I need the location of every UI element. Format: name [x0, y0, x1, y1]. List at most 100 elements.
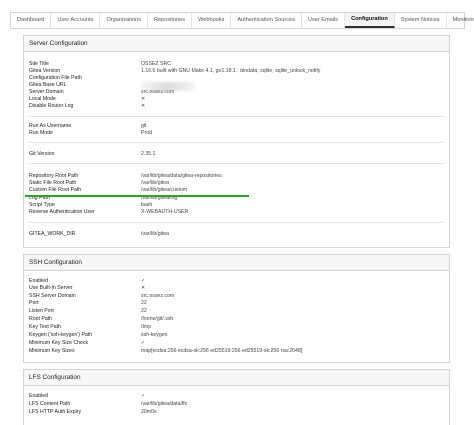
config-row: Listen Port 22: [29, 308, 444, 315]
config-row: Git Version 2.35.1: [29, 151, 444, 158]
divider: [29, 116, 444, 117]
config-row: Port 22: [29, 300, 444, 307]
config-key: Minimum Key Size Check: [29, 340, 89, 346]
config-value: ssh-keygen: [141, 332, 168, 338]
config-row: Key Test Path/tmp: [29, 324, 444, 331]
config-row: Site Title OSSEZ SRC: [29, 61, 444, 68]
config-row: Reverse Authentication User X-WEBAUTH-USE…: [29, 209, 444, 216]
config-row: Run As Username git: [29, 123, 444, 130]
check-icon: ✓: [141, 393, 146, 399]
redacted-values: [140, 82, 196, 91]
tab-dashboard[interactable]: Dashboard: [11, 13, 52, 28]
tab-system-notices[interactable]: System Notices: [395, 13, 447, 28]
lfs-configuration-section: LFS Configuration Enabled ✓ LFS Content P…: [23, 369, 450, 425]
config-row: Run Mode Prod: [29, 130, 444, 137]
config-value: bash: [141, 202, 153, 208]
config-row: Use Built-In Server ✕: [29, 285, 444, 292]
divider: [29, 142, 444, 143]
config-key: Local Mode: [29, 96, 56, 102]
config-row: Enabled ✓: [29, 393, 444, 400]
section-title: SSH Configuration: [24, 255, 449, 271]
config-row: Enabled ✓: [29, 278, 444, 285]
config-row: LFS HTTP Auth Expiry 20m0s: [29, 409, 444, 416]
config-value: OSSEZ SRC: [141, 61, 171, 67]
section-title: LFS Configuration: [24, 370, 449, 386]
config-key: Run As Username: [29, 123, 72, 129]
config-key: Gitea Base URL: [29, 82, 67, 88]
config-value: /home/git/.ssh: [141, 316, 174, 322]
config-key: GITEA_WORK_DIR: [29, 231, 76, 237]
divider: [29, 163, 444, 164]
config-value: Prod: [141, 130, 152, 136]
config-value: map[ecdsa:256 ecdsa-sk:256 ed25519:256 e…: [141, 348, 303, 354]
highlight-underline: [25, 195, 249, 197]
config-value: /var/lib/gitea: [141, 231, 169, 237]
config-key: Configuration File Path: [29, 75, 82, 81]
config-row: Script Type bash: [29, 202, 444, 209]
check-icon: ✓: [141, 340, 146, 346]
section-title: Server Configuration: [24, 36, 449, 52]
config-key: Keygen ('ssh-keygen') Path: [29, 332, 93, 338]
tab-configuration[interactable]: Configuration: [345, 13, 395, 28]
config-key: Run Mode: [29, 130, 53, 136]
tab-webhooks[interactable]: Webhooks: [192, 13, 232, 28]
x-icon: ✕: [141, 103, 146, 109]
x-icon: ✕: [141, 96, 146, 102]
config-key: Enabled: [29, 393, 49, 399]
config-key: Site Title: [29, 61, 49, 67]
config-key: Key Test Path: [29, 324, 61, 330]
config-key: Listen Port: [29, 308, 54, 314]
config-key: Enabled: [29, 278, 49, 284]
server-configuration-section: Server Configuration Site Title OSSEZ SRC…: [23, 35, 450, 248]
config-row: Minimum Key Size Check ✓: [29, 340, 444, 347]
config-key: Minimum Key Sizes: [29, 348, 75, 354]
config-row: Root Path/home/git/.ssh: [29, 316, 444, 323]
config-row: LFS Content Path/var/lib/gitea/data/lfs: [29, 401, 444, 408]
config-key: Script Type: [29, 202, 55, 208]
x-icon: ✕: [141, 285, 146, 291]
config-row: Server Domain src.ossez.com: [29, 89, 444, 96]
config-row: Static File Root Path/var/lib/gitea: [29, 180, 444, 187]
config-value: /var/lib/gitea/data/gitea-repositories: [141, 173, 222, 179]
tab-monitoring[interactable]: Monitoring: [447, 13, 474, 28]
admin-tab-bar: Dashboard User Accounts Organizations Re…: [10, 12, 474, 29]
config-row: SSH Server Domain src.ossez.com: [29, 293, 444, 300]
config-key: Repository Root Path: [29, 173, 79, 179]
config-key: Port: [29, 300, 39, 306]
config-key: Root Path: [29, 316, 53, 322]
config-key: LFS HTTP Auth Expiry: [29, 409, 82, 415]
config-value: /tmp: [141, 324, 152, 330]
config-row: Custom File Root Path/var/lib/gitea/cust…: [29, 187, 444, 194]
tab-user-emails[interactable]: User Emails: [302, 13, 346, 28]
divider: [29, 222, 444, 223]
config-key: Reverse Authentication User: [29, 209, 95, 215]
config-value: 1.16.6 built with GNU Make 4.1, go1.18.1…: [141, 68, 321, 74]
config-key: LFS Content Path: [29, 401, 71, 407]
config-value: X-WEBAUTH-USER: [141, 209, 189, 215]
config-key: Static File Root Path: [29, 180, 77, 186]
config-row: Local Mode ✕: [29, 96, 444, 103]
config-value: /var/lib/gitea/data/lfs: [141, 401, 188, 407]
config-key: Gitea Version: [29, 68, 61, 74]
config-row: Minimum Key Sizes map[ecdsa:256 ecdsa-sk:…: [29, 348, 444, 355]
page: Dashboard User Accounts Organizations Re…: [0, 0, 474, 425]
config-row: Gitea Version 1.16.6 built with GNU Make …: [29, 68, 444, 75]
tab-authentication-sources[interactable]: Authentication Sources: [231, 13, 302, 28]
config-value: 22: [141, 300, 147, 306]
tab-organizations[interactable]: Organizations: [100, 13, 148, 28]
tab-user-accounts[interactable]: User Accounts: [51, 13, 101, 28]
config-value: 22: [141, 308, 147, 314]
config-row: GITEA_WORK_DIR/var/lib/gitea: [29, 231, 444, 238]
config-row: Repository Root Path/var/lib/gitea/data/…: [29, 173, 444, 180]
config-value: 2.35.1: [141, 151, 156, 157]
tab-repositories[interactable]: Repositories: [148, 13, 193, 28]
config-row: Configuration File Path: [29, 75, 444, 82]
ssh-configuration-section: SSH Configuration Enabled ✓ Use Built-In …: [23, 254, 450, 363]
config-row: Keygen ('ssh-keygen') Path ssh-keygen: [29, 332, 444, 339]
config-key: SSH Server Domain: [29, 293, 76, 299]
config-row: Disable Router Log ✕: [29, 103, 444, 110]
config-key: Disable Router Log: [29, 103, 74, 109]
config-key: Git Version: [29, 151, 55, 157]
config-key: Custom File Root Path: [29, 187, 82, 193]
config-row: Gitea Base URL: [29, 82, 444, 89]
